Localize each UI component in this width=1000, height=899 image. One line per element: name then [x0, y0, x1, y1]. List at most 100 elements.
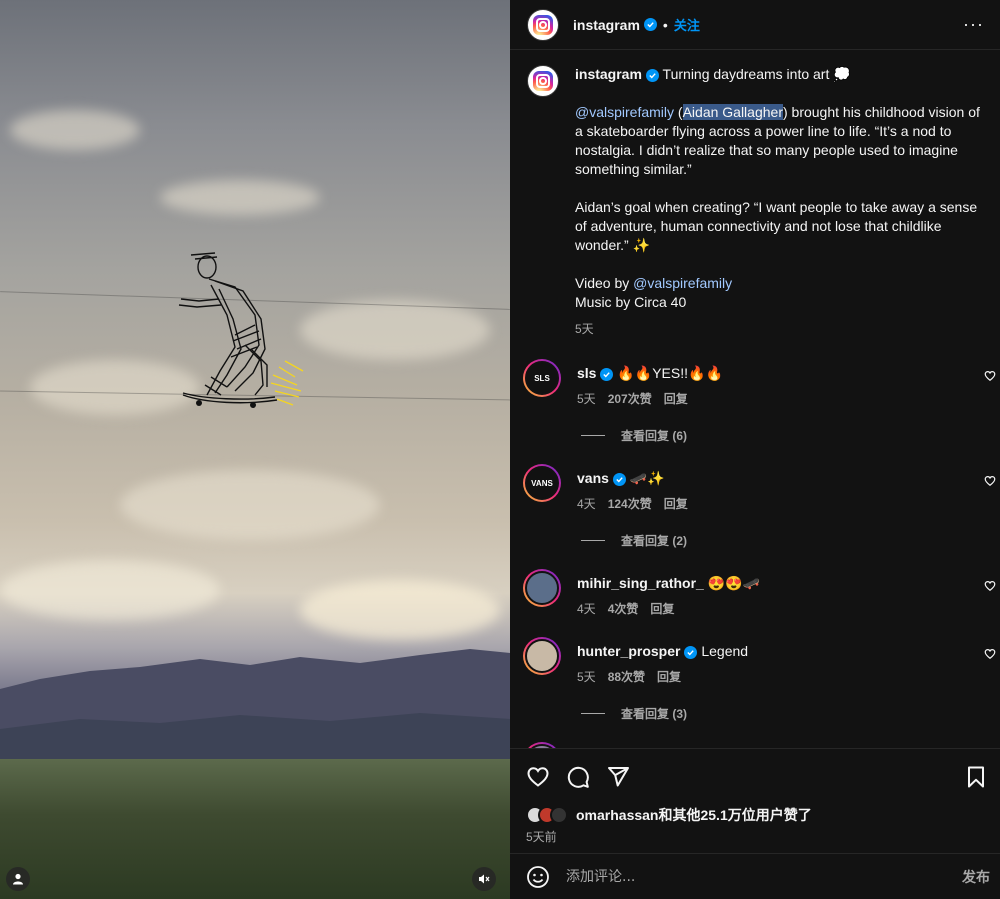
- comment-likes[interactable]: 124次赞: [608, 495, 652, 512]
- save-bookmark-icon[interactable]: [964, 765, 988, 789]
- comment-timestamp: 5天: [577, 392, 596, 406]
- reply-button[interactable]: 回复: [664, 390, 688, 407]
- comment-like-heart-icon[interactable]: [984, 648, 996, 660]
- comment-text-line: vans 🛹✨: [577, 469, 984, 487]
- cloud: [120, 470, 380, 540]
- cloud: [300, 580, 500, 640]
- avatar-image: VANS: [525, 466, 559, 500]
- emoji-icon[interactable]: [526, 865, 550, 889]
- comment-row: mihir_sing_rathor_ 😍😍🛹 4天 4次赞 回复: [510, 569, 1000, 617]
- avatar[interactable]: [523, 637, 561, 675]
- mention-link[interactable]: @valspirefamily: [633, 275, 732, 291]
- video-credit-label: Video by: [575, 275, 634, 291]
- view-replies-button[interactable]: 查看回复 (3): [510, 705, 1000, 722]
- comment-username[interactable]: sls: [577, 365, 596, 381]
- cloud: [10, 110, 140, 150]
- caption-paragraph: Aidan’s goal when creating? “I want peop…: [575, 199, 978, 253]
- comment-meta: 5天 88次赞 回复: [577, 668, 984, 685]
- mute-button[interactable]: [472, 867, 496, 891]
- cloud: [160, 180, 320, 215]
- comment-text-line: mihir_sing_rathor_ 😍😍🛹: [577, 574, 984, 592]
- caption-text-fragment: (: [674, 104, 683, 120]
- avatar-image: [525, 571, 559, 605]
- header-username[interactable]: instagram: [573, 17, 640, 33]
- comment-item: mihir_sing_rathor_ 😍😍🛹 4天 4次赞 回复: [510, 569, 1000, 637]
- comment-like-heart-icon[interactable]: [984, 475, 996, 487]
- verified-badge-icon: [645, 69, 659, 82]
- comment-spacer: [510, 617, 1000, 637]
- comments-scroll-area[interactable]: instagram Turning daydreams into art 💭 @…: [510, 51, 1000, 748]
- comment-row: hunter_prosper Legend 5天 88次赞 回复: [510, 637, 1000, 685]
- user-icon: [13, 873, 23, 885]
- reply-button[interactable]: 回复: [664, 495, 688, 512]
- comment-text-line: hunter_prosper Legend: [577, 642, 984, 660]
- share-send-icon[interactable]: [606, 765, 630, 789]
- liker-avatars: [526, 806, 568, 824]
- music-credit: Music by Circa 40: [575, 294, 687, 310]
- comment-text: Legend: [697, 643, 749, 659]
- comment-body: vans 🛹✨ 4天 124次赞 回复: [577, 464, 984, 512]
- comment-like-heart-icon[interactable]: [984, 580, 996, 592]
- avatar[interactable]: [527, 8, 559, 41]
- reply-button[interactable]: 回复: [650, 600, 674, 617]
- mention-link[interactable]: @valspirefamily: [575, 104, 674, 120]
- comment-input[interactable]: [566, 868, 962, 885]
- post-modal: instagram • 关注 ··· instagram Turning day…: [0, 0, 1000, 899]
- avatar[interactable]: [527, 65, 559, 97]
- avatar[interactable]: SLS: [523, 359, 561, 397]
- comment-meta: 4天 124次赞 回复: [577, 495, 984, 512]
- verified-badge-icon: [684, 646, 698, 659]
- likes-count-text[interactable]: omarhassan和其他25.1万位用户赞了: [576, 805, 812, 825]
- comment-row: VANS vans 🛹✨ 4天 124次赞 回复: [510, 464, 1000, 512]
- cloud: [300, 300, 490, 360]
- avatar[interactable]: [523, 569, 561, 607]
- caption-username[interactable]: instagram: [575, 66, 642, 82]
- comment-timestamp: 4天: [577, 497, 596, 511]
- avatar[interactable]: VANS: [523, 464, 561, 502]
- speaker-muted-icon: [479, 874, 490, 884]
- view-replies-button[interactable]: 查看回复 (6): [510, 427, 1000, 444]
- dot-separator: •: [662, 16, 668, 33]
- comment-item: SLS sls 🔥🔥YES!!🔥🔥 5天 207次赞 回复查看回复 (6): [510, 359, 1000, 444]
- comment-username[interactable]: hunter_prosper: [577, 643, 680, 659]
- comment-item: VANS vans 🛹✨ 4天 124次赞 回复查看回复 (2): [510, 464, 1000, 549]
- comment-like-heart-icon[interactable]: [984, 370, 996, 382]
- post-comment-button[interactable]: 发布: [962, 867, 990, 887]
- verified-badge-icon: [600, 368, 614, 381]
- like-heart-icon[interactable]: [526, 765, 550, 789]
- likes-summary[interactable]: omarhassan和其他25.1万位用户赞了: [510, 804, 1000, 826]
- comment-username[interactable]: vans: [577, 470, 609, 486]
- instagram-logo-icon: [533, 71, 553, 91]
- comment-row: SLS sls 🔥🔥YES!!🔥🔥 5天 207次赞 回复: [510, 359, 1000, 407]
- comment-meta: 4天 4次赞 回复: [577, 600, 984, 617]
- user-tag-button[interactable]: [6, 867, 30, 891]
- comment-likes[interactable]: 88次赞: [608, 668, 645, 685]
- comment-likes[interactable]: 207次赞: [608, 390, 652, 407]
- comment-timestamp: 4天: [577, 602, 596, 616]
- grass-field: [0, 759, 510, 899]
- post-header: instagram • 关注 ···: [510, 0, 1000, 50]
- avatar-image: SLS: [525, 361, 559, 395]
- comment-bubble-icon[interactable]: [566, 765, 590, 789]
- comment-body: mihir_sing_rathor_ 😍😍🛹 4天 4次赞 回复: [577, 569, 984, 617]
- more-options-button[interactable]: ···: [963, 14, 984, 35]
- post-caption: instagram Turning daydreams into art 💭 @…: [510, 51, 1000, 339]
- post-sidebar: instagram • 关注 ··· instagram Turning day…: [510, 0, 1000, 899]
- comment-username[interactable]: mihir_sing_rathor_: [577, 575, 704, 591]
- follow-button[interactable]: 关注: [674, 15, 700, 34]
- caption-timestamp: 5天: [575, 322, 594, 336]
- action-bar: [510, 749, 1000, 805]
- avatar: [550, 806, 568, 824]
- comment-item: hunter_prosper Legend 5天 88次赞 回复查看回复 (3): [510, 637, 1000, 722]
- view-replies-button[interactable]: 查看回复 (2): [510, 532, 1000, 549]
- comment-text: 🛹✨: [625, 470, 665, 486]
- comment-likes[interactable]: 4次赞: [608, 600, 639, 617]
- highlighted-text: Aidan Gallagher: [682, 104, 783, 120]
- post-video[interactable]: [0, 0, 510, 899]
- skater-drawing: [178, 252, 304, 408]
- comment-body: sls 🔥🔥YES!!🔥🔥 5天 207次赞 回复: [577, 359, 984, 407]
- cloud: [0, 560, 220, 620]
- reply-button[interactable]: 回复: [657, 668, 681, 685]
- comment-text: 🔥🔥YES!!🔥🔥: [613, 365, 723, 381]
- caption-headline: Turning daydreams into art 💭: [658, 66, 851, 82]
